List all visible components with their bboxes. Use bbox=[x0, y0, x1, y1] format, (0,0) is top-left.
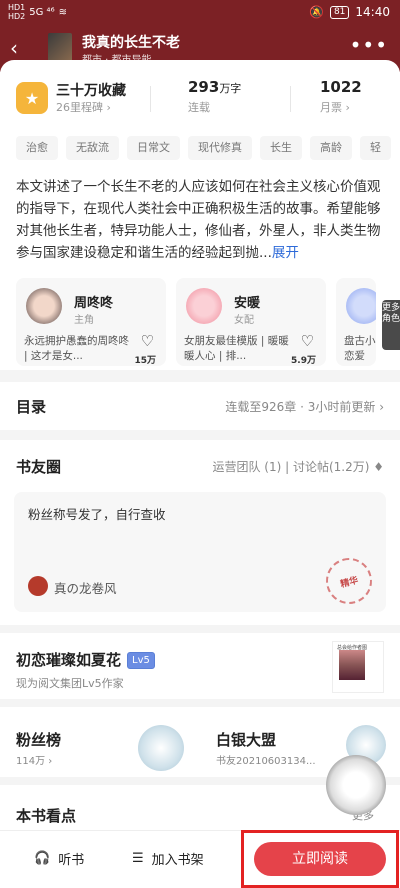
listen-button[interactable]: 🎧 听书 bbox=[34, 849, 84, 868]
character-card[interactable]: 安暖 女配 女朋友最佳模版 | 暖暖暖人心 | 排... ♡ 5.9万 bbox=[176, 278, 326, 366]
featured-stamp-icon: 精华 bbox=[320, 552, 378, 610]
tag-item[interactable]: 日常文 bbox=[127, 136, 180, 160]
word-count-number: 293 bbox=[188, 78, 220, 96]
word-count-unit: 万字 bbox=[219, 82, 242, 95]
book-title: 我真的长生不老 bbox=[82, 35, 180, 51]
character-avatar bbox=[346, 288, 376, 324]
star-badge-icon: ★ bbox=[16, 82, 48, 114]
character-name: 周咚咚 bbox=[74, 296, 114, 311]
post-text: 粉丝称号发了，自行查收 bbox=[28, 507, 166, 522]
author-name-text: 初恋璀璨如夏花 bbox=[16, 651, 122, 669]
like-count: 15万 bbox=[134, 356, 156, 366]
circle-title: 书友圈 bbox=[16, 458, 62, 476]
character-card[interactable]: 周咚咚 主角 永远拥护愚蠢的周咚咚 | 这才是女... ♡ 15万 bbox=[16, 278, 166, 366]
read-button-highlight: 立即阅读 bbox=[241, 830, 399, 888]
headphone-icon: 🎧 bbox=[34, 851, 51, 866]
character-avatar bbox=[26, 288, 62, 324]
post-author: 真の龙卷风 bbox=[54, 581, 117, 596]
more-options-icon[interactable]: ••• bbox=[350, 35, 388, 55]
author-name: 初恋璀璨如夏花 Lv5 bbox=[16, 649, 155, 670]
alliance-title[interactable]: 白银大盟 bbox=[216, 729, 276, 750]
heart-icon[interactable]: ♡ bbox=[141, 332, 154, 350]
alliance-user: 书友20210603134... bbox=[216, 756, 316, 767]
divider bbox=[150, 86, 151, 112]
collect-count[interactable]: 三十万收藏 bbox=[56, 80, 126, 100]
add-shelf-button[interactable]: ☰ 加入书架 bbox=[132, 849, 204, 868]
expand-link[interactable]: 展开 bbox=[272, 245, 299, 261]
author-section[interactable]: 初恋璀璨如夏花 Lv5 现为阅文集团Lv5作家 总会给作者图 bbox=[0, 633, 400, 699]
author-desc: 现为阅文集团Lv5作家 bbox=[16, 677, 124, 690]
word-count: 293万字 bbox=[188, 78, 241, 96]
clock: 14:40 bbox=[355, 5, 390, 19]
toc-row[interactable]: 目录 连载至926章 · 3小时前更新 › bbox=[0, 382, 400, 430]
character-role: 主角 bbox=[74, 315, 94, 326]
character-desc: 女朋友最佳模版 | 暖暖暖人心 | 排... bbox=[184, 335, 289, 362]
character-list: 周咚咚 主角 永远拥护愚蠢的周咚咚 | 这才是女... ♡ 15万 安暖 女配 … bbox=[16, 278, 376, 366]
character-desc: 永远拥护愚蠢的周咚咚 | 这才是女... bbox=[24, 335, 129, 362]
character-avatar bbox=[186, 288, 222, 324]
tag-item[interactable]: 现代修真 bbox=[188, 136, 252, 160]
battery-icon: 81 bbox=[329, 5, 350, 19]
mascot-float-icon[interactable] bbox=[326, 755, 386, 815]
tag-list: 治愈 无敌流 日常文 现代修真 长生 高龄 轻 bbox=[16, 136, 391, 160]
read-now-button[interactable]: 立即阅读 bbox=[254, 842, 386, 876]
character-role: 女配 bbox=[234, 315, 254, 326]
shelf-add-icon: ☰ bbox=[132, 851, 144, 866]
circle-info[interactable]: 运营团队 (1) | 讨论帖(1.2万) ♦ bbox=[212, 458, 384, 475]
tag-item[interactable]: 治愈 bbox=[16, 136, 58, 160]
milestone-link[interactable]: 26里程碑 › bbox=[56, 99, 111, 115]
author-level-badge: Lv5 bbox=[127, 652, 155, 669]
highlights-title: 本书看点 bbox=[16, 807, 77, 825]
heart-icon[interactable]: ♡ bbox=[301, 332, 314, 350]
character-desc: 盘古小裤 刘爷爷恋爱 bbox=[344, 335, 376, 362]
fans-rank-count[interactable]: 114万 › bbox=[16, 752, 52, 767]
intro-text: 本文讲述了一个长生不老的人应该如何在社会主义核心价值观的指导下，在现代人类社会中… bbox=[16, 179, 381, 261]
character-name: 安暖 bbox=[234, 296, 261, 311]
hd1-label: HD1 bbox=[8, 3, 26, 12]
listen-label: 听书 bbox=[58, 853, 85, 868]
back-icon[interactable]: ‹ bbox=[10, 38, 18, 58]
tag-item[interactable]: 长生 bbox=[260, 136, 302, 160]
hd-indicator: HD1 HD2 bbox=[8, 3, 25, 21]
poster-image bbox=[339, 650, 365, 680]
tag-item[interactable]: 无敌流 bbox=[66, 136, 119, 160]
toc-info: 连载至926章 · 3小时前更新 › bbox=[225, 400, 384, 414]
book-circle-section: 书友圈 运营团队 (1) | 讨论帖(1.2万) ♦ 粉丝称号发了，自行查收 真… bbox=[0, 440, 400, 625]
hd2-label: HD2 bbox=[8, 12, 26, 21]
book-intro[interactable]: 本文讲述了一个长生不老的人应该如何在社会主义核心价值观的指导下，在现代人类社会中… bbox=[16, 176, 386, 264]
tag-item[interactable]: 轻 bbox=[360, 136, 391, 160]
monthly-ticket-link[interactable]: 月票 › bbox=[320, 99, 350, 115]
toc-title: 目录 bbox=[16, 398, 47, 416]
featured-post[interactable]: 粉丝称号发了，自行查收 真の龙卷风 精华 bbox=[14, 492, 386, 612]
wifi-icon: ≋ bbox=[58, 6, 67, 18]
shelf-label: 加入书架 bbox=[151, 853, 204, 868]
signal-icon: 5G ⁴⁶ bbox=[29, 6, 55, 18]
mute-icon: 🔕 bbox=[309, 5, 324, 19]
book-cover-thumbnail bbox=[48, 33, 72, 63]
character-card[interactable]: 刘 盘古小裤 刘爷爷恋爱 bbox=[336, 278, 376, 366]
status-bar: HD1 HD2 5G ⁴⁶ ≋ 🔕 81 14:40 bbox=[0, 0, 400, 28]
monthly-ticket-count[interactable]: 1022 bbox=[320, 78, 362, 96]
tag-item[interactable]: 高龄 bbox=[310, 136, 352, 160]
author-poster[interactable]: 总会给作者图 bbox=[332, 641, 384, 693]
more-roles-button[interactable]: 更多角色 bbox=[382, 300, 400, 350]
like-count: 5.9万 bbox=[291, 356, 316, 366]
fans-rank-title[interactable]: 粉丝榜 bbox=[16, 729, 61, 750]
fans-medal-icon bbox=[138, 725, 184, 771]
divider bbox=[290, 86, 291, 112]
avatar bbox=[28, 576, 48, 596]
serial-status: 连载 bbox=[188, 101, 210, 114]
